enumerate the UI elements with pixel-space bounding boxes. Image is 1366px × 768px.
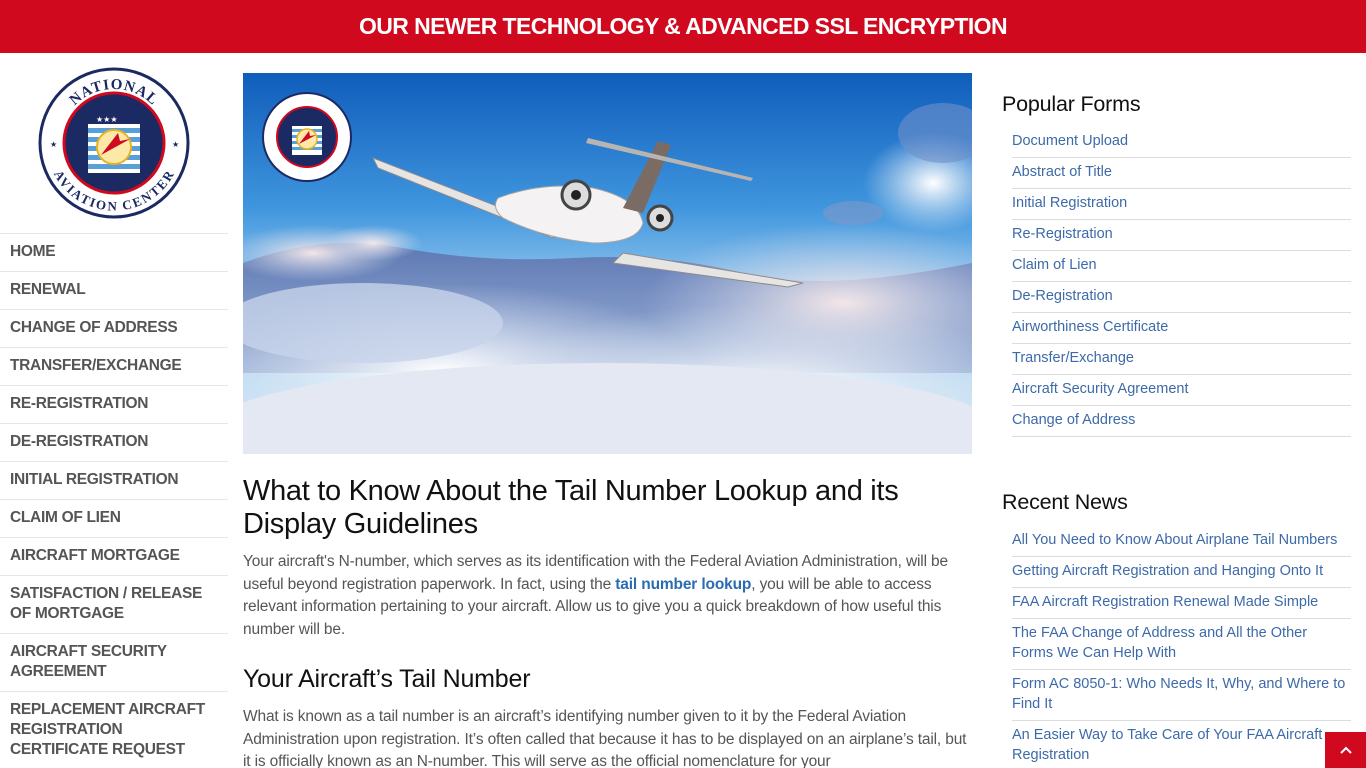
nav-item-satisfaction-release[interactable]: SATISFACTION / RELEASE OF MORTGAGE (0, 576, 228, 634)
nav-item-replacement-certificate[interactable]: REPLACEMENT AIRCRAFT REGISTRATION CERTIF… (0, 692, 228, 768)
banner-text: OUR NEWER TECHNOLOGY & ADVANCED SSL ENCR… (359, 13, 1008, 39)
recent-news-link[interactable]: Getting Aircraft Registration and Hangin… (1012, 557, 1351, 588)
nav-item-home[interactable]: HOME (0, 234, 228, 272)
nav-item-claim-of-lien[interactable]: CLAIM OF LIEN (0, 500, 228, 538)
popular-form-link[interactable]: Transfer/Exchange (1012, 344, 1351, 375)
jet-over-clouds-image (243, 73, 972, 454)
recent-news-link[interactable]: Form AC 8050-1: Who Needs It, Why, and W… (1012, 670, 1351, 721)
recent-news-link[interactable]: All You Need to Know About Airplane Tail… (1012, 526, 1351, 557)
chevron-up-icon (1339, 746, 1352, 754)
popular-forms-list: Document Upload Abstract of Title Initia… (1012, 127, 1351, 437)
back-to-top-button[interactable] (1325, 732, 1366, 768)
popular-form-link[interactable]: Aircraft Security Agreement (1012, 375, 1351, 406)
nav-item-renewal[interactable]: RENEWAL (0, 272, 228, 310)
section-paragraph: What is known as a tail number is an air… (243, 707, 967, 768)
right-sidebar: Popular Forms Document Upload Abstract o… (1002, 90, 1351, 768)
popular-form-link[interactable]: Airworthiness Certificate (1012, 313, 1351, 344)
top-banner: OUR NEWER TECHNOLOGY & ADVANCED SSL ENCR… (0, 0, 1366, 53)
tail-number-lookup-link[interactable]: tail number lookup (615, 576, 751, 593)
popular-form-link[interactable]: Change of Address (1012, 406, 1351, 437)
recent-news-link[interactable]: The FAA Change of Address and All the Ot… (1012, 619, 1351, 670)
popular-form-link[interactable]: Document Upload (1012, 127, 1351, 158)
left-sidebar: ★★★ NATIONAL AVIATION CENTER ★ ★ HOME RE… (0, 53, 228, 768)
hero-image (243, 73, 972, 454)
popular-forms-title: Popular Forms (1002, 92, 1141, 116)
recent-news-widget: Recent News All You Need to Know About A… (1002, 487, 1351, 768)
nav-item-de-registration[interactable]: DE-REGISTRATION (0, 424, 228, 462)
nav-item-aircraft-security-agreement[interactable]: AIRCRAFT SECURITY AGREEMENT (0, 634, 228, 692)
national-aviation-center-logo-icon: ★★★ NATIONAL AVIATION CENTER ★ ★ (38, 67, 190, 219)
article-intro: Your aircraft's N-number, which serves a… (243, 551, 972, 642)
popular-form-link[interactable]: De-Registration (1012, 282, 1351, 313)
nav-item-change-of-address[interactable]: CHANGE OF ADDRESS (0, 310, 228, 348)
nav-item-aircraft-mortgage[interactable]: AIRCRAFT MORTGAGE (0, 538, 228, 576)
popular-forms-widget: Popular Forms Document Upload Abstract o… (1002, 90, 1351, 437)
recent-news-list: All You Need to Know About Airplane Tail… (1012, 526, 1351, 768)
recent-news-link[interactable]: FAA Aircraft Registration Renewal Made S… (1012, 588, 1351, 619)
svg-text:★: ★ (50, 140, 57, 149)
popular-form-link[interactable]: Claim of Lien (1012, 251, 1351, 282)
svg-text:★★★: ★★★ (96, 115, 118, 124)
popular-form-link[interactable]: Re-Registration (1012, 220, 1351, 251)
site-logo[interactable]: ★★★ NATIONAL AVIATION CENTER ★ ★ (0, 53, 228, 233)
svg-text:★: ★ (172, 140, 179, 149)
popular-form-link[interactable]: Initial Registration (1012, 189, 1351, 220)
main-content: What to Know About the Tail Number Looku… (243, 73, 972, 768)
main-nav: HOME RENEWAL CHANGE OF ADDRESS TRANSFER/… (0, 233, 228, 768)
recent-news-link[interactable]: An Easier Way to Take Care of Your FAA A… (1012, 721, 1351, 768)
hero-logo-icon (262, 92, 352, 182)
nav-item-initial-registration[interactable]: INITIAL REGISTRATION (0, 462, 228, 500)
article-title: What to Know About the Tail Number Looku… (243, 475, 899, 540)
nav-item-transfer-exchange[interactable]: TRANSFER/EXCHANGE (0, 348, 228, 386)
recent-news-title: Recent News (1002, 490, 1128, 514)
popular-form-link[interactable]: Abstract of Title (1012, 158, 1351, 189)
nav-item-re-registration[interactable]: RE-REGISTRATION (0, 386, 228, 424)
section-title: Your Aircraft’s Tail Number (243, 664, 531, 693)
